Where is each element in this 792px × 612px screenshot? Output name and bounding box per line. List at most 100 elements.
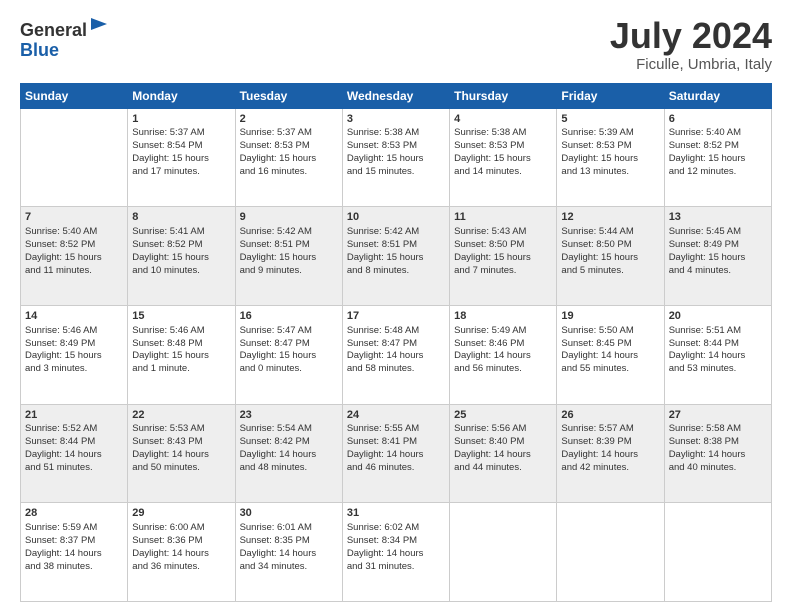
table-cell: 29Sunrise: 6:00 AMSunset: 8:36 PMDayligh… — [128, 503, 235, 602]
day-info: Sunrise: 5:56 AM — [454, 423, 552, 436]
col-tuesday: Tuesday — [235, 83, 342, 108]
col-thursday: Thursday — [450, 83, 557, 108]
day-info: Daylight: 15 hours — [347, 153, 445, 166]
header: General Blue July 2024 Ficulle, Umbria, … — [20, 16, 772, 73]
table-cell: 14Sunrise: 5:46 AMSunset: 8:49 PMDayligh… — [21, 305, 128, 404]
day-info: Daylight: 14 hours — [347, 449, 445, 462]
day-info: Sunrise: 5:49 AM — [454, 325, 552, 338]
day-number: 17 — [347, 309, 445, 324]
table-cell: 2Sunrise: 5:37 AMSunset: 8:53 PMDaylight… — [235, 108, 342, 207]
day-info: Sunset: 8:43 PM — [132, 436, 230, 449]
day-number: 31 — [347, 506, 445, 521]
day-number: 5 — [561, 112, 659, 127]
day-number: 21 — [25, 408, 123, 423]
day-info: Sunset: 8:52 PM — [669, 140, 767, 153]
day-info: Sunrise: 5:38 AM — [347, 127, 445, 140]
day-info: Daylight: 15 hours — [240, 252, 338, 265]
day-info: Sunrise: 6:01 AM — [240, 522, 338, 535]
table-cell: 18Sunrise: 5:49 AMSunset: 8:46 PMDayligh… — [450, 305, 557, 404]
day-info: and 0 minutes. — [240, 363, 338, 376]
day-number: 24 — [347, 408, 445, 423]
day-info: Sunrise: 5:41 AM — [132, 226, 230, 239]
logo: General Blue — [20, 16, 109, 61]
day-info: Daylight: 15 hours — [240, 350, 338, 363]
table-cell — [557, 503, 664, 602]
day-number: 19 — [561, 309, 659, 324]
day-info: Daylight: 14 hours — [454, 449, 552, 462]
day-info: Sunset: 8:46 PM — [454, 338, 552, 351]
day-number: 20 — [669, 309, 767, 324]
day-info: Sunrise: 5:58 AM — [669, 423, 767, 436]
day-info: and 7 minutes. — [454, 265, 552, 278]
day-info: Sunrise: 6:02 AM — [347, 522, 445, 535]
day-info: Sunset: 8:49 PM — [669, 239, 767, 252]
table-cell: 12Sunrise: 5:44 AMSunset: 8:50 PMDayligh… — [557, 207, 664, 306]
day-info: Daylight: 15 hours — [240, 153, 338, 166]
day-info: Sunrise: 5:55 AM — [347, 423, 445, 436]
day-info: and 48 minutes. — [240, 462, 338, 475]
day-info: and 40 minutes. — [669, 462, 767, 475]
table-cell: 8Sunrise: 5:41 AMSunset: 8:52 PMDaylight… — [128, 207, 235, 306]
day-info: Sunset: 8:35 PM — [240, 535, 338, 548]
day-info: Sunrise: 5:54 AM — [240, 423, 338, 436]
day-info: Sunset: 8:42 PM — [240, 436, 338, 449]
day-number: 7 — [25, 210, 123, 225]
day-info: Sunset: 8:53 PM — [240, 140, 338, 153]
day-number: 9 — [240, 210, 338, 225]
col-friday: Friday — [557, 83, 664, 108]
day-number: 27 — [669, 408, 767, 423]
day-info: Daylight: 15 hours — [454, 153, 552, 166]
day-number: 25 — [454, 408, 552, 423]
day-info: Sunrise: 5:45 AM — [669, 226, 767, 239]
calendar-week-row: 1Sunrise: 5:37 AMSunset: 8:54 PMDaylight… — [21, 108, 772, 207]
table-cell: 20Sunrise: 5:51 AMSunset: 8:44 PMDayligh… — [664, 305, 771, 404]
day-info: Sunrise: 5:37 AM — [240, 127, 338, 140]
day-info: Daylight: 15 hours — [132, 153, 230, 166]
day-info: and 51 minutes. — [25, 462, 123, 475]
day-info: and 12 minutes. — [669, 166, 767, 179]
day-info: and 8 minutes. — [347, 265, 445, 278]
day-info: and 56 minutes. — [454, 363, 552, 376]
day-info: Daylight: 14 hours — [132, 548, 230, 561]
table-cell: 25Sunrise: 5:56 AMSunset: 8:40 PMDayligh… — [450, 404, 557, 503]
day-number: 12 — [561, 210, 659, 225]
day-info: and 44 minutes. — [454, 462, 552, 475]
logo-flag-icon — [89, 16, 109, 36]
page: General Blue July 2024 Ficulle, Umbria, … — [0, 0, 792, 612]
table-cell: 10Sunrise: 5:42 AMSunset: 8:51 PMDayligh… — [342, 207, 449, 306]
day-info: Sunrise: 5:53 AM — [132, 423, 230, 436]
day-number: 3 — [347, 112, 445, 127]
table-cell: 23Sunrise: 5:54 AMSunset: 8:42 PMDayligh… — [235, 404, 342, 503]
day-info: Sunset: 8:53 PM — [561, 140, 659, 153]
title-location: Ficulle, Umbria, Italy — [610, 56, 772, 73]
day-info: Sunrise: 5:38 AM — [454, 127, 552, 140]
day-info: Sunrise: 5:59 AM — [25, 522, 123, 535]
day-info: Sunrise: 5:44 AM — [561, 226, 659, 239]
day-info: Sunset: 8:34 PM — [347, 535, 445, 548]
day-number: 2 — [240, 112, 338, 127]
day-info: Daylight: 15 hours — [561, 153, 659, 166]
day-number: 16 — [240, 309, 338, 324]
table-cell: 9Sunrise: 5:42 AMSunset: 8:51 PMDaylight… — [235, 207, 342, 306]
day-info: Daylight: 14 hours — [669, 449, 767, 462]
day-info: Daylight: 15 hours — [25, 252, 123, 265]
day-info: Sunrise: 5:40 AM — [669, 127, 767, 140]
day-info: Sunrise: 5:37 AM — [132, 127, 230, 140]
day-info: Daylight: 14 hours — [25, 548, 123, 561]
day-info: Sunset: 8:39 PM — [561, 436, 659, 449]
day-number: 4 — [454, 112, 552, 127]
day-info: Daylight: 14 hours — [240, 449, 338, 462]
day-info: Sunset: 8:54 PM — [132, 140, 230, 153]
day-info: Daylight: 15 hours — [669, 153, 767, 166]
day-info: and 1 minute. — [132, 363, 230, 376]
calendar-header-row: Sunday Monday Tuesday Wednesday Thursday… — [21, 83, 772, 108]
day-info: Sunset: 8:37 PM — [25, 535, 123, 548]
day-info: Daylight: 14 hours — [240, 548, 338, 561]
day-info: Sunrise: 5:50 AM — [561, 325, 659, 338]
day-number: 1 — [132, 112, 230, 127]
day-number: 8 — [132, 210, 230, 225]
day-number: 29 — [132, 506, 230, 521]
day-info: Daylight: 14 hours — [25, 449, 123, 462]
day-info: and 50 minutes. — [132, 462, 230, 475]
table-cell: 13Sunrise: 5:45 AMSunset: 8:49 PMDayligh… — [664, 207, 771, 306]
